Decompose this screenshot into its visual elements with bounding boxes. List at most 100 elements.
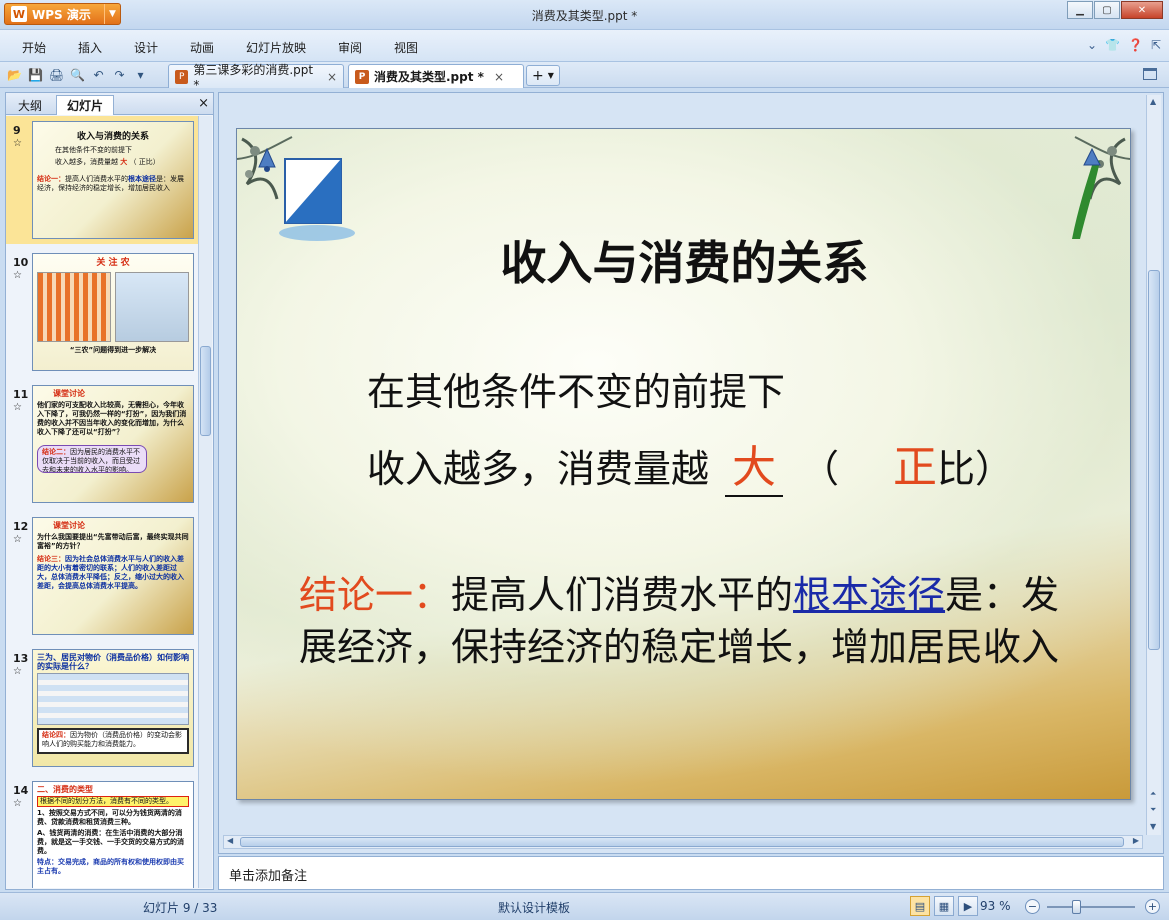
close-panel-icon[interactable]: ×	[198, 96, 209, 111]
scroll-right-icon[interactable]: ▶	[1133, 836, 1139, 845]
table-image	[37, 673, 189, 725]
close-tab-icon[interactable]: ×	[494, 70, 504, 84]
menu-right-tools: ⌄ 👕 ❓ ⇱	[1087, 38, 1161, 52]
slide-panel: 大纲 幻灯片 × 9 ☆ 收入与消费的关系 在其他条件不变的前提下 收入越多，消…	[5, 92, 214, 890]
scroll-left-icon[interactable]: ◀	[227, 836, 233, 845]
slide-area-horizontal-scrollbar[interactable]: ◀ ▶	[223, 835, 1143, 849]
status-bar: 幻灯片 9 / 33 默认设计模板 ▤ ▦ ▶ 93 % − +	[0, 892, 1169, 920]
slide-title[interactable]: 收入与消费的关系	[237, 227, 1130, 293]
zoom-level[interactable]: 93 %	[980, 899, 1011, 913]
notes-pane[interactable]: 单击添加备注	[218, 856, 1164, 890]
scrollbar-thumb[interactable]	[200, 346, 211, 436]
paren-open: （	[801, 447, 840, 491]
slide-thumbnail-11[interactable]: 11 ☆ 课堂讨论 他们家的可支配收入比较高，无需担心，今年收入下降了，可我仍然…	[6, 380, 199, 508]
scrollbar-thumb[interactable]	[1148, 270, 1160, 650]
slide-area-vertical-scrollbar[interactable]: ▲ ⏶ ⏷ ▼	[1146, 95, 1161, 835]
undo-icon[interactable]: ↶	[90, 66, 107, 83]
thumbnail-preview: 收入与消费的关系 在其他条件不变的前提下 收入越多，消费量越 大 （ 正比） 结…	[32, 121, 194, 239]
expand-icon[interactable]: ⇱	[1151, 38, 1161, 52]
menu-view[interactable]: 视图	[394, 39, 418, 56]
skin-icon[interactable]: 👕	[1105, 38, 1120, 52]
save-icon[interactable]: 💾	[27, 66, 44, 83]
menu-slideshow[interactable]: 幻灯片放映	[246, 39, 306, 56]
slide-thumbnail-14[interactable]: 14 ☆ 二、消费的类型 根据不同的划分方法，消费有不同的类型。 1、按照交易方…	[6, 776, 199, 888]
thumb-body: 他们家的可支配收入比较高，无需担心，今年收入下降了，可我仍然一样的“打扮”，因为…	[37, 401, 187, 436]
thumb-line: 在其他条件不变的前提下	[55, 146, 132, 154]
tab-outline[interactable]: 大纲	[8, 95, 52, 115]
minimize-button[interactable]: ▁	[1067, 1, 1093, 19]
current-slide[interactable]: 收入与消费的关系 在其他条件不变的前提下 收入越多，消费量越大 （ 正比） 结论一：…	[236, 128, 1131, 800]
scroll-up-icon[interactable]: ▲	[1150, 97, 1156, 106]
notes-placeholder: 单击添加备注	[229, 869, 308, 884]
slide-number: 12	[13, 520, 29, 533]
customize-toolbar-icon[interactable]: ▾	[132, 66, 149, 83]
close-window-button[interactable]: ✕	[1121, 1, 1163, 19]
redo-icon[interactable]: ↷	[111, 66, 128, 83]
thumb-conclusion: 结论四：因为物价（消费品价格）的变动会影响人们的购买能力和消费能力。	[37, 728, 189, 754]
close-tab-icon[interactable]: ×	[327, 70, 337, 84]
thumb-caption: “三农”问题得到进一步解决	[69, 346, 157, 354]
zoom-out-icon[interactable]: −	[1025, 899, 1040, 914]
slide-conclusion[interactable]: 结论一：提高人们消费水平的根本途径是：发展经济，保持经济的稳定增长，增加居民收入	[299, 569, 1089, 673]
open-folder-icon[interactable]: 📂	[6, 66, 23, 83]
slide-number: 14	[13, 784, 29, 797]
zoom-in-icon[interactable]: +	[1145, 899, 1160, 914]
slide-thumbnail-13[interactable]: 13 ☆ 三为、居民对物价（消费品价格）如何影响的实际是什么？ 结论四：因为物价…	[6, 644, 199, 772]
slide-sorter-icon[interactable]: ▦	[934, 896, 954, 916]
menu-home[interactable]: 开始	[22, 39, 46, 56]
slide-number: 10	[13, 256, 29, 269]
animation-star-icon: ☆	[13, 534, 22, 545]
zoom-track	[1047, 906, 1135, 908]
tab-document-2[interactable]: P 消费及其类型.ppt * ×	[348, 64, 524, 88]
previous-slide-icon[interactable]: ⏶	[1150, 789, 1156, 799]
line2-prefix: 收入越多，消费量越	[367, 447, 710, 491]
restore-panel-icon[interactable]	[1143, 68, 1157, 80]
animation-star-icon: ☆	[13, 270, 22, 281]
slide-text-line-1[interactable]: 在其他条件不变的前提下	[367, 361, 785, 416]
thumbnail-preview: 二、消费的类型 根据不同的划分方法，消费有不同的类型。 1、按照交易方式不同，可…	[32, 781, 194, 888]
menu-review[interactable]: 审阅	[338, 39, 362, 56]
conclusion-text-1: 提高人们消费水平的	[451, 573, 794, 617]
menu-animation[interactable]: 动画	[190, 39, 214, 56]
chevron-down-icon[interactable]: ⌄	[1087, 38, 1097, 52]
thumbnail-preview: 关 注 农 “三农”问题得到进一步解决	[32, 253, 194, 371]
slide-panel-scrollbar[interactable]	[198, 116, 212, 888]
help-icon[interactable]: ❓	[1128, 38, 1143, 52]
print-preview-icon[interactable]: 🔍	[69, 66, 86, 83]
slide-thumbnail-12[interactable]: 12 ☆ 课堂讨论 为什么我国要提出“先富带动后富，最终实现共同富裕”的方针？ …	[6, 512, 199, 640]
tab-document-1[interactable]: P 第三课多彩的消费.ppt * ×	[168, 63, 344, 92]
answer-2: 正	[893, 442, 938, 493]
vine-bell-decoration-icon	[1072, 136, 1130, 239]
menu-insert[interactable]: 插入	[78, 39, 102, 56]
new-tab-button[interactable]: + ▼	[526, 65, 560, 86]
tab-slides[interactable]: 幻灯片	[56, 95, 115, 115]
design-template-name[interactable]: 默认设计模板	[498, 899, 570, 916]
slideshow-play-icon[interactable]: ▶	[958, 896, 978, 916]
next-slide-icon[interactable]: ⏷	[1150, 805, 1156, 815]
slide-thumbnail-10[interactable]: 10 ☆ 关 注 农 “三农”问题得到进一步解决	[6, 248, 199, 376]
scrollbar-thumb[interactable]	[240, 837, 1124, 847]
zoom-knob[interactable]	[1072, 900, 1081, 914]
document-tab-bar: 📂 💾 🖨 🔍 ↶ ↷ ▾ P 第三课多彩的消费.ppt * × P 消费及其类…	[0, 62, 1169, 92]
slide-thumbnail-9[interactable]: 9 ☆ 收入与消费的关系 在其他条件不变的前提下 收入越多，消费量越 大 （ 正…	[6, 116, 199, 244]
slide-text-line-2[interactable]: 收入越多，消费量越大 （ 正比）	[367, 431, 1013, 497]
quick-access-toolbar: 📂 💾 🖨 🔍 ↶ ↷ ▾	[6, 66, 149, 83]
conclusion-link[interactable]: 根本途径	[793, 573, 945, 617]
ppt-file-icon: P	[175, 69, 189, 84]
tab-label: 消费及其类型.ppt *	[374, 70, 484, 84]
slide-panel-tabs: 大纲 幻灯片 ×	[6, 93, 213, 115]
bar-chart-image	[37, 272, 111, 342]
print-icon[interactable]: 🖨	[48, 66, 65, 83]
normal-view-icon[interactable]: ▤	[910, 896, 930, 916]
menu-design[interactable]: 设计	[134, 39, 158, 56]
thumb-title: 关 注 农	[96, 258, 130, 268]
zoom-slider[interactable]: − +	[1025, 897, 1160, 917]
thumbnail-preview: 三为、居民对物价（消费品价格）如何影响的实际是什么？ 结论四：因为物价（消费品价…	[32, 649, 194, 767]
thumb-line: A、钱货两清的消费：在生活中消费的大部分消费，就是这一手交钱、一手交货的交易方式…	[37, 829, 184, 855]
maximize-button[interactable]: ▢	[1094, 1, 1120, 19]
thumb-title: 二、消费的类型	[37, 785, 93, 794]
view-buttons: ▤ ▦ ▶	[910, 896, 978, 916]
scroll-down-icon[interactable]: ▼	[1150, 822, 1156, 831]
ribbon-menu-bar: 开始 插入 设计 动画 幻灯片放映 审阅 视图 ⌄ 👕 ❓ ⇱	[0, 30, 1169, 62]
slide-number: 11	[13, 388, 29, 401]
